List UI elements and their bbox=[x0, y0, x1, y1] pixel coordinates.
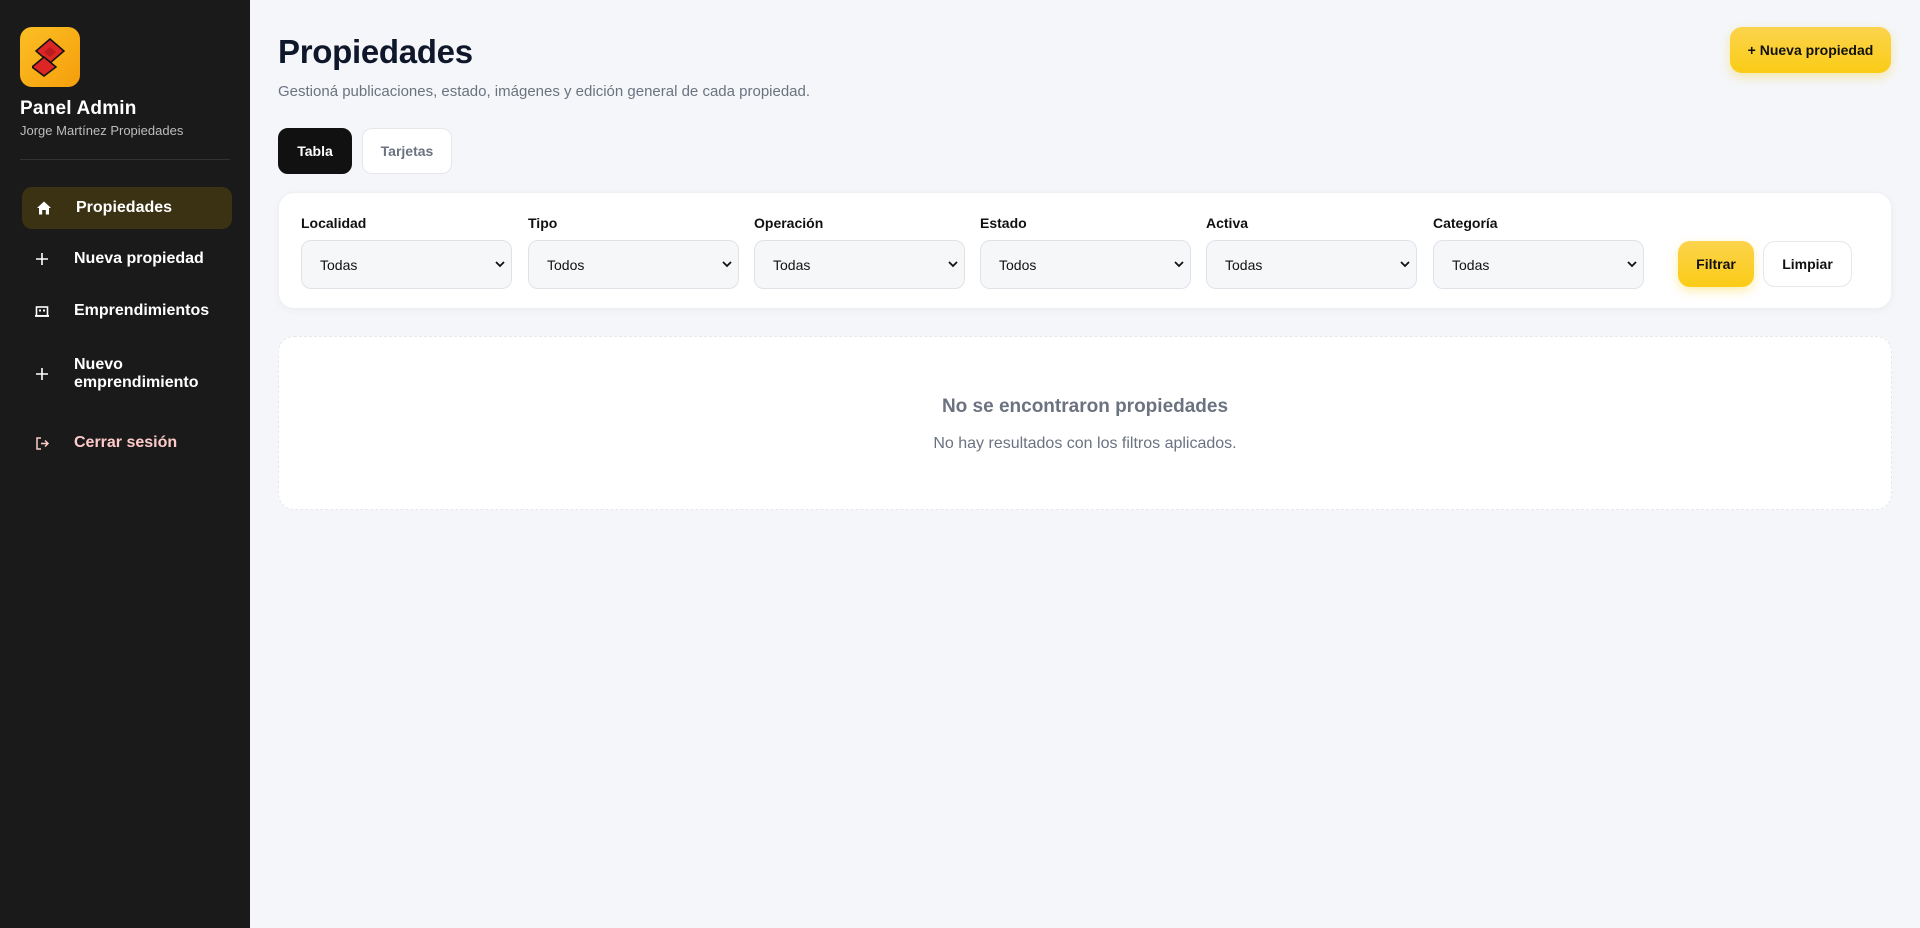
sidebar-item-cerrar-sesion[interactable]: Cerrar sesión bbox=[22, 425, 232, 461]
sidebar-item-label: Nueva propiedad bbox=[74, 250, 204, 267]
sidebar-item-label: Nuevo emprendimiento bbox=[74, 356, 199, 391]
empty-state: No se encontraron propiedades No hay res… bbox=[278, 336, 1892, 510]
localidad-select[interactable]: Todas bbox=[301, 240, 512, 289]
filter-label: Tipo bbox=[528, 215, 558, 231]
building-icon bbox=[32, 304, 52, 318]
chevron-down-icon bbox=[946, 258, 960, 272]
sidebar-item-nuevo-emprendimiento[interactable]: Nuevo emprendimiento bbox=[22, 354, 232, 394]
filter-label: Estado bbox=[980, 215, 1027, 231]
plus-icon bbox=[32, 367, 52, 381]
plus-icon bbox=[32, 252, 52, 266]
brand-title: Panel Admin bbox=[20, 98, 137, 119]
filters-panel: Localidad Todas Tipo Todos Operación Tod… bbox=[278, 192, 1892, 309]
new-property-button[interactable]: + Nueva propiedad bbox=[1730, 27, 1891, 73]
chevron-down-icon bbox=[720, 258, 734, 272]
filter-localidad: Localidad Todas bbox=[301, 215, 512, 289]
activa-select[interactable]: Todas bbox=[1206, 240, 1417, 289]
filter-estado: Estado Todos bbox=[980, 215, 1191, 289]
page-subtitle: Gestioná publicaciones, estado, imágenes… bbox=[278, 83, 811, 100]
page-title: Propiedades bbox=[278, 33, 473, 70]
chevron-down-icon bbox=[493, 258, 507, 272]
empty-state-message: No hay resultados con los filtros aplica… bbox=[933, 435, 1237, 452]
chevron-down-icon bbox=[1625, 258, 1639, 272]
select-value: Todas bbox=[1225, 256, 1263, 273]
filter-label: Activa bbox=[1206, 215, 1249, 231]
tipo-select[interactable]: Todos bbox=[528, 240, 739, 289]
filter-label: Categoría bbox=[1433, 215, 1498, 231]
sidebar: Panel Admin Jorge Martínez Propiedades P… bbox=[0, 0, 250, 928]
filter-operacion: Operación Todas bbox=[754, 215, 965, 289]
select-value: Todas bbox=[1452, 256, 1490, 273]
operacion-select[interactable]: Todas bbox=[754, 240, 965, 289]
sidebar-divider bbox=[20, 159, 230, 160]
filter-activa: Activa Todas bbox=[1206, 215, 1417, 289]
brand-logo[interactable] bbox=[20, 27, 80, 87]
chevron-down-icon bbox=[1398, 258, 1412, 272]
select-value: Todos bbox=[547, 256, 585, 273]
select-value: Todas bbox=[320, 256, 358, 273]
tab-tarjetas[interactable]: Tarjetas bbox=[362, 128, 452, 174]
clear-filters-button[interactable]: Limpiar bbox=[1763, 241, 1852, 287]
logo-diamond-icon bbox=[32, 38, 66, 77]
select-value: Todas bbox=[773, 256, 811, 273]
filter-label: Localidad bbox=[301, 215, 367, 231]
brand-subtitle: Jorge Martínez Propiedades bbox=[20, 123, 184, 138]
sidebar-item-propiedades[interactable]: Propiedades bbox=[22, 187, 232, 229]
select-value: Todos bbox=[999, 256, 1037, 273]
filter-tipo: Tipo Todos bbox=[528, 215, 739, 289]
estado-select[interactable]: Todos bbox=[980, 240, 1191, 289]
logout-icon bbox=[32, 436, 52, 451]
home-icon bbox=[34, 200, 54, 216]
sidebar-item-emprendimientos[interactable]: Emprendimientos bbox=[22, 293, 232, 329]
filter-categoria: Categoría Todas bbox=[1433, 215, 1644, 289]
empty-state-title: No se encontraron propiedades bbox=[941, 396, 1229, 417]
categoria-select[interactable]: Todas bbox=[1433, 240, 1644, 289]
sidebar-item-label: Emprendimientos bbox=[74, 302, 210, 319]
filter-button[interactable]: Filtrar bbox=[1678, 241, 1754, 287]
chevron-down-icon bbox=[1172, 258, 1186, 272]
sidebar-item-label: Cerrar sesión bbox=[74, 434, 178, 451]
filter-label: Operación bbox=[754, 215, 824, 231]
sidebar-item-label: Propiedades bbox=[76, 199, 173, 216]
tab-tabla[interactable]: Tabla bbox=[278, 128, 352, 174]
sidebar-item-nueva-propiedad[interactable]: Nueva propiedad bbox=[22, 241, 232, 277]
